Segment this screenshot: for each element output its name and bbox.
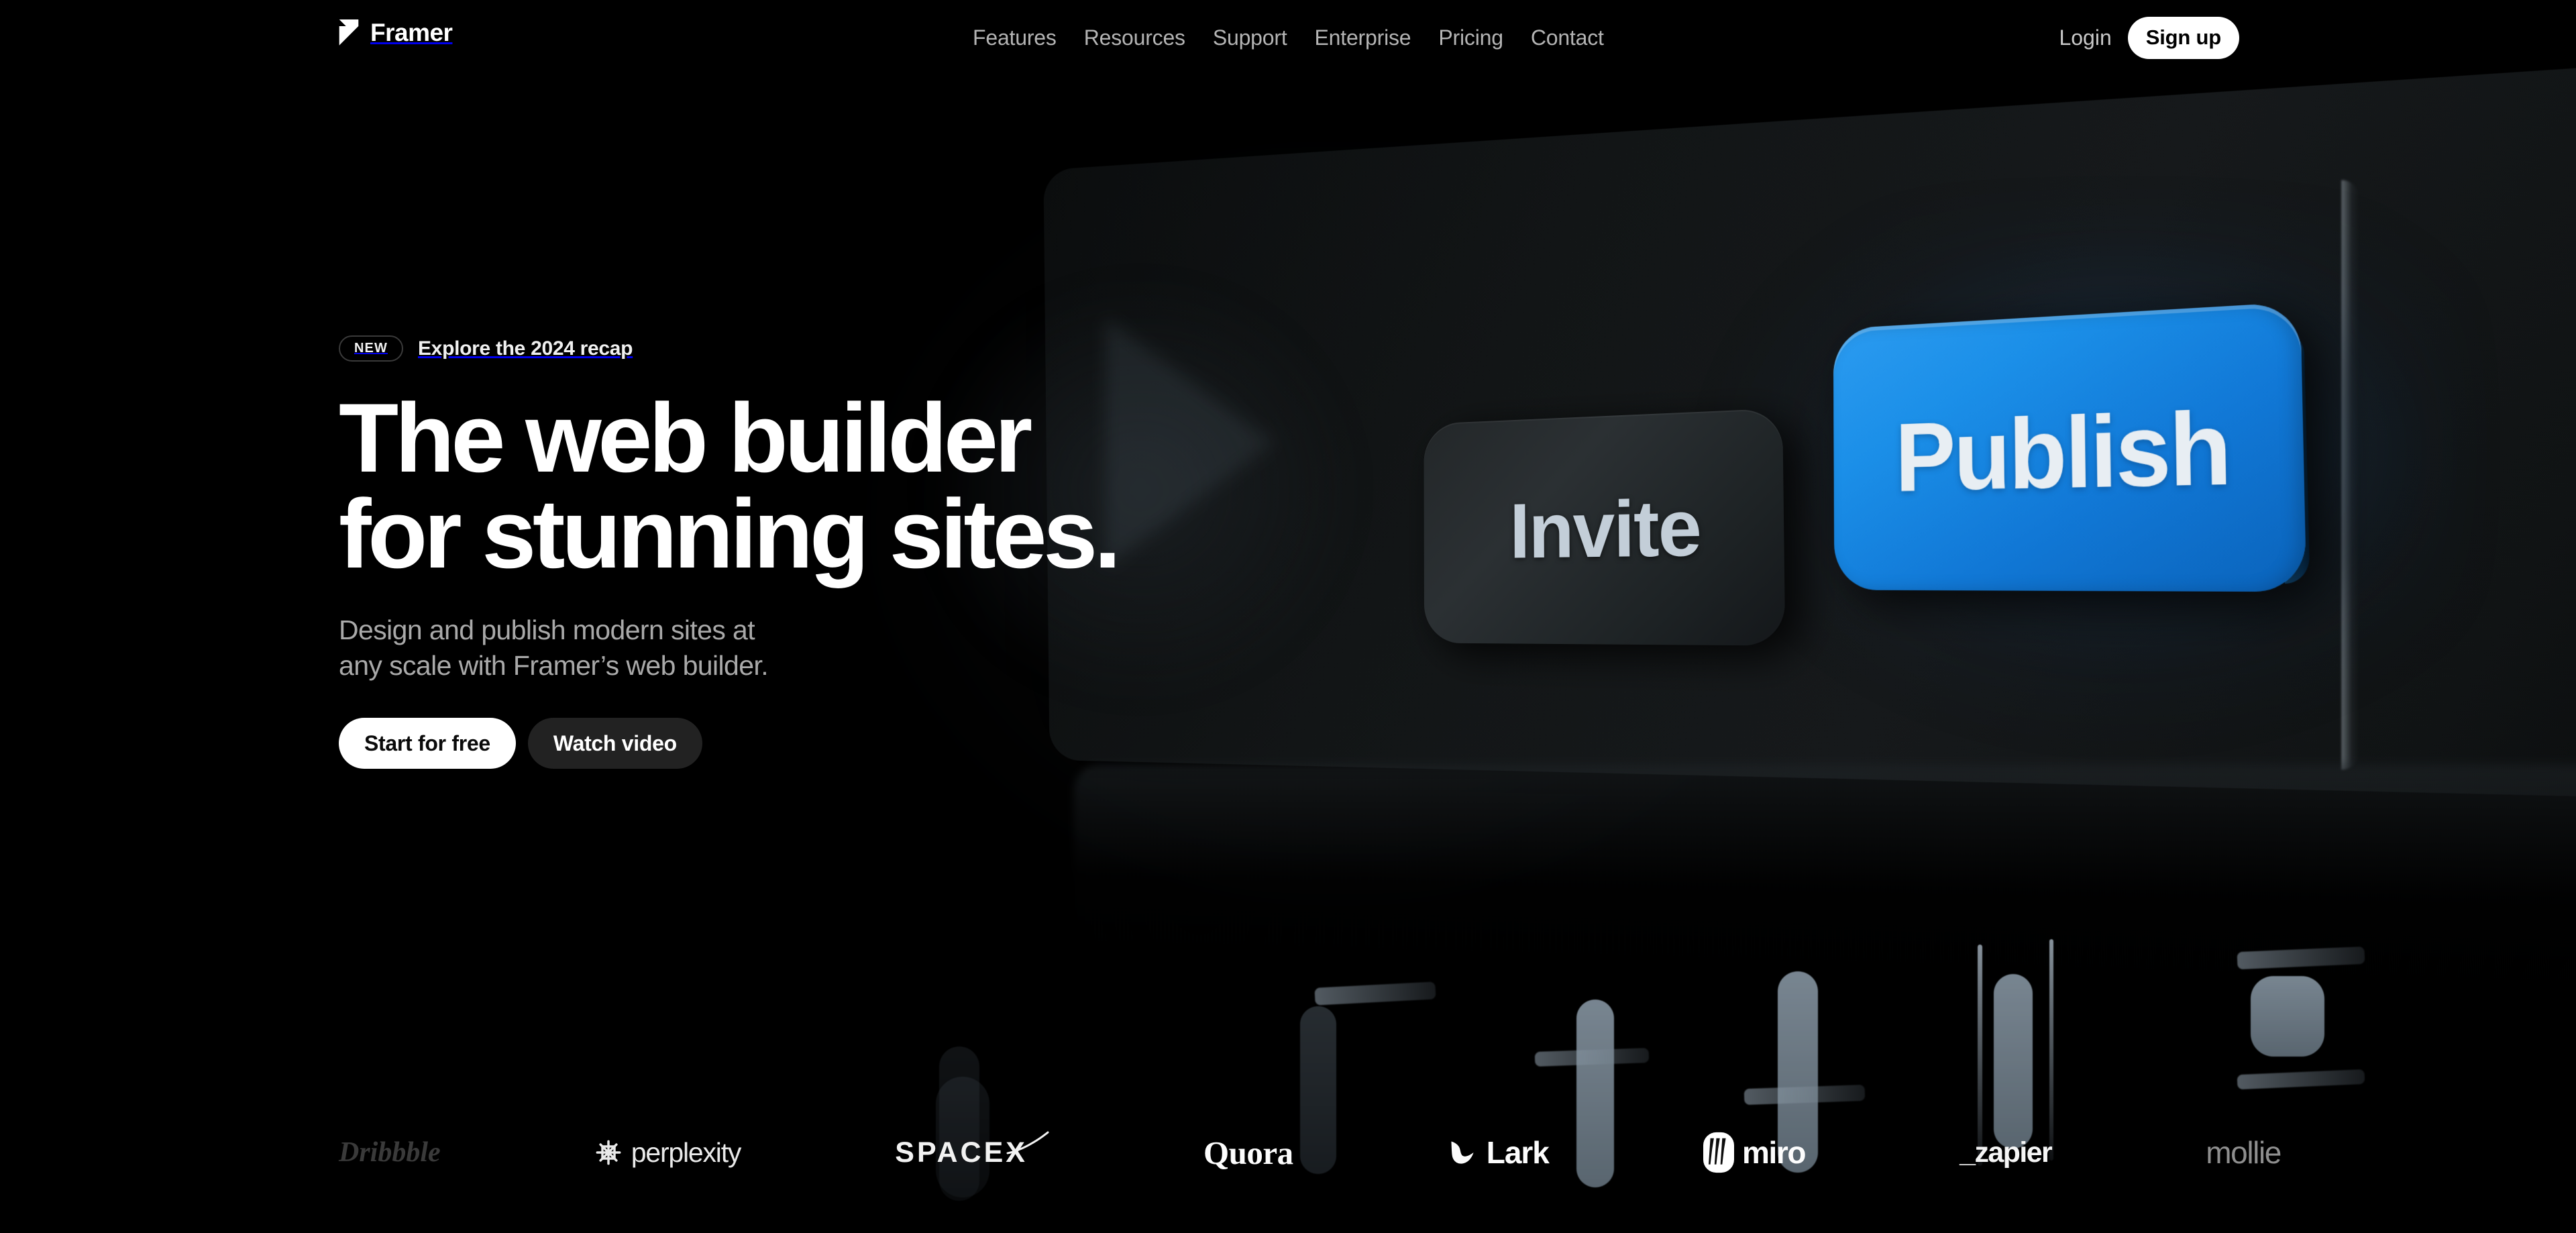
toggle-bar-bottom bbox=[2237, 1069, 2365, 1090]
logo-miro-label: miro bbox=[1741, 1135, 1806, 1170]
subtitle-line-2: any scale with Framer’s web builder. bbox=[339, 649, 769, 681]
logo-miro: miro bbox=[1703, 1132, 1806, 1173]
logo-dribbble: Dribbble bbox=[339, 1136, 441, 1169]
logo-mollie: mollie bbox=[2206, 1134, 2282, 1171]
logo-spacex: SPACEX bbox=[895, 1130, 1049, 1175]
announcement-text: Explore the 2024 recap bbox=[417, 337, 633, 360]
framer-logo-icon bbox=[339, 19, 359, 46]
logo-quora: Quora bbox=[1203, 1134, 1293, 1172]
publish-button-label: Publish bbox=[1894, 389, 2231, 512]
new-badge: NEW bbox=[339, 335, 403, 362]
toggle-knob bbox=[2251, 976, 2324, 1057]
slider-bar-1 bbox=[1314, 981, 1436, 1006]
logo-lark: Lark bbox=[1448, 1134, 1550, 1171]
invite-button-label: Invite bbox=[1509, 482, 1701, 576]
play-triangle-shape bbox=[1106, 312, 1274, 574]
nav-item-enterprise[interactable]: Enterprise bbox=[1315, 25, 1411, 50]
site-header: Framer Features Resources Support Enterp… bbox=[0, 0, 2576, 75]
logo-quora-label: Quora bbox=[1203, 1134, 1293, 1171]
page-title: The web builder for stunning sites. bbox=[339, 383, 1121, 589]
brand-logo-link[interactable]: Framer bbox=[339, 19, 453, 47]
nav-item-contact[interactable]: Contact bbox=[1531, 25, 1604, 50]
miro-logo-icon bbox=[1703, 1132, 1734, 1173]
slider-bar-2 bbox=[1534, 1048, 1650, 1067]
lark-logo-icon bbox=[1451, 1141, 1474, 1164]
logo-perplexity: perplexity bbox=[595, 1137, 741, 1169]
hero-subtitle: Design and publish modern sites at any s… bbox=[339, 612, 1118, 683]
nav-item-resources[interactable]: Resources bbox=[1084, 25, 1185, 50]
main-navigation: Features Resources Support Enterprise Pr… bbox=[973, 0, 1604, 75]
spacex-swoosh-icon bbox=[1006, 1131, 1049, 1155]
canvas-panel-reflection bbox=[1073, 765, 2576, 1017]
logo-dribbble-label: Dribbble bbox=[339, 1137, 441, 1168]
hero-cta-row: Start for free Watch video bbox=[339, 718, 1118, 769]
nav-item-features[interactable]: Features bbox=[973, 25, 1057, 50]
customer-logos-strip: Dribbble perplexity SPACEX Quora Lark mi… bbox=[0, 1112, 2576, 1193]
headline-line-1: The web builder bbox=[339, 383, 1032, 492]
logo-zapier: _zapier bbox=[1960, 1136, 2053, 1169]
hero-section: NEW Explore the 2024 recap The web build… bbox=[339, 335, 1121, 769]
nav-item-pricing[interactable]: Pricing bbox=[1438, 25, 1503, 50]
invite-button-3d: Invite bbox=[1424, 408, 1786, 646]
logo-lark-label: Lark bbox=[1486, 1135, 1550, 1170]
slider-bar-3 bbox=[1743, 1084, 1866, 1106]
publish-button-3d: Publish bbox=[1833, 301, 2307, 592]
subtitle-line-1: Design and publish modern sites at bbox=[339, 614, 755, 646]
logo-perplexity-label: perplexity bbox=[631, 1136, 742, 1168]
logo-mollie-label: mollie bbox=[2206, 1135, 2282, 1170]
login-link[interactable]: Login bbox=[2059, 25, 2111, 50]
nav-item-support[interactable]: Support bbox=[1213, 25, 1287, 50]
landing-page: Invite Publish Framer Features Resources… bbox=[0, 0, 2576, 1233]
brand-name: Framer bbox=[370, 19, 453, 46]
signup-button[interactable]: Sign up bbox=[2127, 16, 2239, 59]
perplexity-logo-icon bbox=[596, 1140, 621, 1165]
start-for-free-button[interactable]: Start for free bbox=[339, 718, 516, 769]
headline-line-2: for stunning sites. bbox=[339, 479, 1121, 589]
auth-actions: Login Sign up bbox=[2059, 0, 2239, 75]
announcement-banner[interactable]: NEW Explore the 2024 recap bbox=[339, 335, 1118, 362]
watch-video-button[interactable]: Watch video bbox=[527, 718, 702, 769]
logo-zapier-label: _zapier bbox=[1960, 1136, 2053, 1169]
